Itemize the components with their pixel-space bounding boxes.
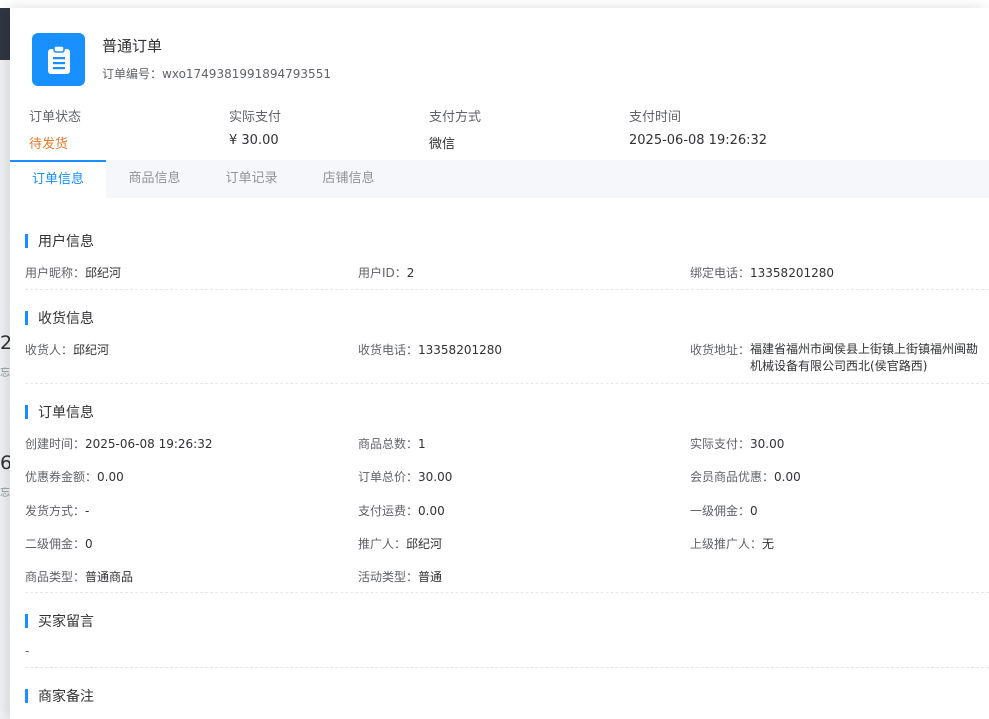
background-topbar — [0, 0, 989, 8]
field-label: 创建时间： — [25, 437, 86, 451]
summary-value: 2025-06-08 19:26:32 — [629, 133, 768, 148]
field-value: 2025-06-08 19:26:32 — [85, 437, 213, 451]
summary-label: 订单状态 — [29, 110, 82, 125]
section-divider — [25, 592, 989, 593]
background-stat-number: 2 — [0, 332, 10, 354]
field-value: 1 — [418, 437, 426, 451]
summary-label: 支付时间 — [629, 110, 682, 125]
field-label: 绑定电话： — [690, 266, 751, 280]
field-label: 上级推广人： — [690, 537, 763, 551]
field-value: 邱纪河 — [73, 343, 110, 357]
activity-type-field: 活动类型：普通 — [358, 568, 442, 585]
background-stat-number: 6 — [0, 452, 10, 474]
field-value: 0 — [85, 537, 93, 551]
field-value: 30.00 — [418, 470, 453, 484]
field-label: 用户昵称： — [25, 266, 86, 280]
order-type-title: 普通订单 — [102, 37, 163, 55]
detail-tabs: 订单信息 商品信息 订单记录 店铺信息 — [10, 160, 989, 198]
promoter-field: 推广人：邱纪河 — [358, 535, 442, 552]
parent-promoter-field: 上级推广人：无 — [690, 535, 774, 552]
field-label: 推广人： — [358, 537, 407, 551]
receiver-address-field: 收货地址： 福建省福州市闽侯县上街镇上街镇福州闽勘机械设备有限公司西北(侯官路西) — [690, 341, 989, 375]
receiver-name-field: 收货人：邱纪河 — [25, 341, 109, 358]
section-divider — [25, 383, 989, 384]
field-value: 2 — [406, 266, 415, 280]
background-stat-label: 忘 — [0, 488, 10, 499]
order-detail-drawer: 普通订单 订单编号：wxo1749381991894793551 订单状态 待发… — [10, 8, 989, 719]
field-label: 用户ID： — [358, 266, 407, 280]
field-value: 0.00 — [774, 470, 801, 484]
field-value: 邱纪河 — [85, 266, 122, 280]
field-label: 优惠券金额： — [25, 470, 98, 484]
section-title-order: 订单信息 — [25, 402, 94, 422]
field-label: 订单总价： — [358, 470, 419, 484]
order-number: 订单编号：wxo1749381991894793551 — [102, 65, 331, 82]
first-commission-field: 一级佣金：0 — [690, 502, 758, 519]
section-divider — [25, 667, 989, 668]
section-title-merchant-note: 商家备注 — [25, 686, 94, 706]
field-value: 13358201280 — [418, 343, 502, 357]
tab-product-info[interactable]: 商品信息 — [106, 160, 203, 198]
field-label: 活动类型： — [358, 570, 419, 584]
user-nickname-field: 用户昵称：邱纪河 — [25, 264, 121, 281]
summary-label: 支付方式 — [429, 110, 482, 125]
bound-phone-field: 绑定电话：13358201280 — [690, 264, 834, 281]
field-value: 普通商品 — [85, 570, 134, 584]
order-number-value: wxo1749381991894793551 — [162, 67, 331, 81]
field-label: 商品总数： — [358, 437, 419, 451]
field-value: 0.00 — [418, 504, 445, 518]
field-label: 实际支付： — [690, 437, 751, 451]
section-title-buyer-note: 买家留言 — [25, 611, 94, 631]
summary-value: ¥ 30.00 — [229, 133, 279, 148]
clipboard-icon — [32, 33, 85, 86]
field-value: 邱纪河 — [406, 537, 443, 551]
summary-value: 微信 — [429, 137, 456, 152]
field-label: 发货方式： — [25, 504, 86, 518]
summary-paid: 实际支付 ¥ 30.00 — [229, 106, 429, 148]
field-label: 二级佣金： — [25, 537, 86, 551]
tab-order-records[interactable]: 订单记录 — [203, 160, 300, 198]
tab-order-info[interactable]: 订单信息 — [10, 160, 106, 198]
shipping-fee-field: 支付运费：0.00 — [358, 502, 445, 519]
field-label: 会员商品优惠： — [690, 470, 775, 484]
section-title-user: 用户信息 — [25, 231, 94, 251]
field-label: 收货电话： — [358, 343, 419, 357]
field-label: 收货地址： — [690, 343, 751, 357]
tab-store-info[interactable]: 店铺信息 — [300, 160, 397, 198]
field-label: 一级佣金： — [690, 504, 751, 518]
field-label: 商品类型： — [25, 570, 86, 584]
product-type-field: 商品类型：普通商品 — [25, 568, 133, 585]
field-value: - — [85, 504, 90, 518]
field-value: 30.00 — [750, 437, 785, 451]
field-label: 收货人： — [25, 343, 74, 357]
field-label: 支付运费： — [358, 504, 419, 518]
receiver-phone-field: 收货电话：13358201280 — [358, 341, 502, 358]
product-count-field: 商品总数：1 — [358, 435, 426, 452]
summary-status: 订单状态 待发货 — [29, 106, 229, 152]
field-value: 无 — [762, 537, 775, 551]
user-id-field: 用户ID：2 — [358, 264, 414, 281]
order-total-field: 订单总价：30.00 — [358, 468, 452, 485]
status-badge: 待发货 — [29, 137, 69, 152]
field-value: 普通 — [418, 570, 443, 584]
summary-pay-time: 支付时间 2025-06-08 19:26:32 — [629, 106, 829, 148]
field-value: 13358201280 — [750, 266, 834, 280]
coupon-amount-field: 优惠券金额：0.00 — [25, 468, 124, 485]
section-divider — [25, 289, 989, 290]
summary-label: 实际支付 — [229, 110, 282, 125]
buyer-note-value: - — [25, 644, 30, 658]
actual-paid-field: 实际支付：30.00 — [690, 435, 784, 452]
summary-pay-method: 支付方式 微信 — [429, 106, 629, 152]
field-value: 福建省福州市闽侯县上街镇上街镇福州闽勘机械设备有限公司西北(侯官路西) — [750, 342, 979, 373]
second-commission-field: 二级佣金：0 — [25, 535, 93, 552]
order-number-label: 订单编号： — [102, 67, 163, 81]
field-value: 0 — [750, 504, 758, 518]
create-time-field: 创建时间：2025-06-08 19:26:32 — [25, 435, 212, 452]
field-value: 0.00 — [97, 470, 124, 484]
section-title-shipping: 收货信息 — [25, 308, 94, 328]
member-discount-field: 会员商品优惠：0.00 — [690, 468, 801, 485]
delivery-method-field: 发货方式：- — [25, 502, 89, 519]
background-stat-label: 忘 — [0, 368, 10, 379]
